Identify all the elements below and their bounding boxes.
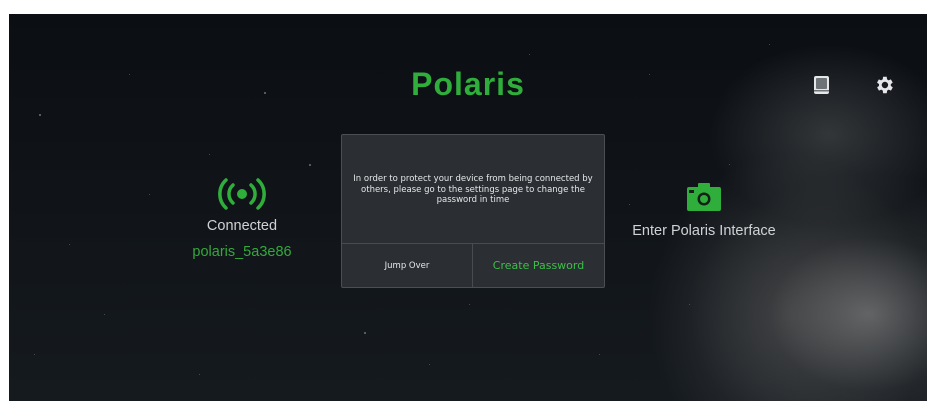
star-decoration <box>769 44 770 45</box>
app-screen: Polaris Connected polaris_5a3e86 Enter P… <box>9 14 927 401</box>
create-password-button[interactable]: Create Password <box>473 244 604 287</box>
camera-icon <box>687 183 721 211</box>
jump-over-button[interactable]: Jump Over <box>342 244 472 287</box>
star-decoration <box>309 164 311 166</box>
star-decoration <box>34 354 35 355</box>
book-icon[interactable] <box>811 74 833 96</box>
password-reminder-dialog: In order to protect your device from bei… <box>341 134 605 288</box>
star-decoration <box>429 364 430 365</box>
star-decoration <box>39 114 41 116</box>
star-decoration <box>69 244 70 245</box>
star-decoration <box>529 54 530 55</box>
star-decoration <box>199 374 200 375</box>
star-decoration <box>149 194 150 195</box>
star-decoration <box>364 332 366 334</box>
star-decoration <box>689 304 690 305</box>
enter-interface-label: Enter Polaris Interface <box>632 223 776 239</box>
dialog-message: In order to protect your device from bei… <box>353 174 593 205</box>
star-decoration <box>729 164 730 165</box>
app-title: Polaris <box>411 66 525 102</box>
star-decoration <box>469 304 470 305</box>
connection-status-label: Connected <box>206 218 278 234</box>
network-ssid-label: polaris_5a3e86 <box>192 244 292 260</box>
star-decoration <box>599 354 600 355</box>
star-decoration <box>209 154 210 155</box>
gear-icon[interactable] <box>873 74 895 96</box>
connection-status-panel: Connected polaris_5a3e86 <box>177 176 307 260</box>
star-decoration <box>104 314 105 315</box>
wifi-signal-icon <box>218 178 266 210</box>
enter-interface-button[interactable]: Enter Polaris Interface <box>621 182 787 239</box>
